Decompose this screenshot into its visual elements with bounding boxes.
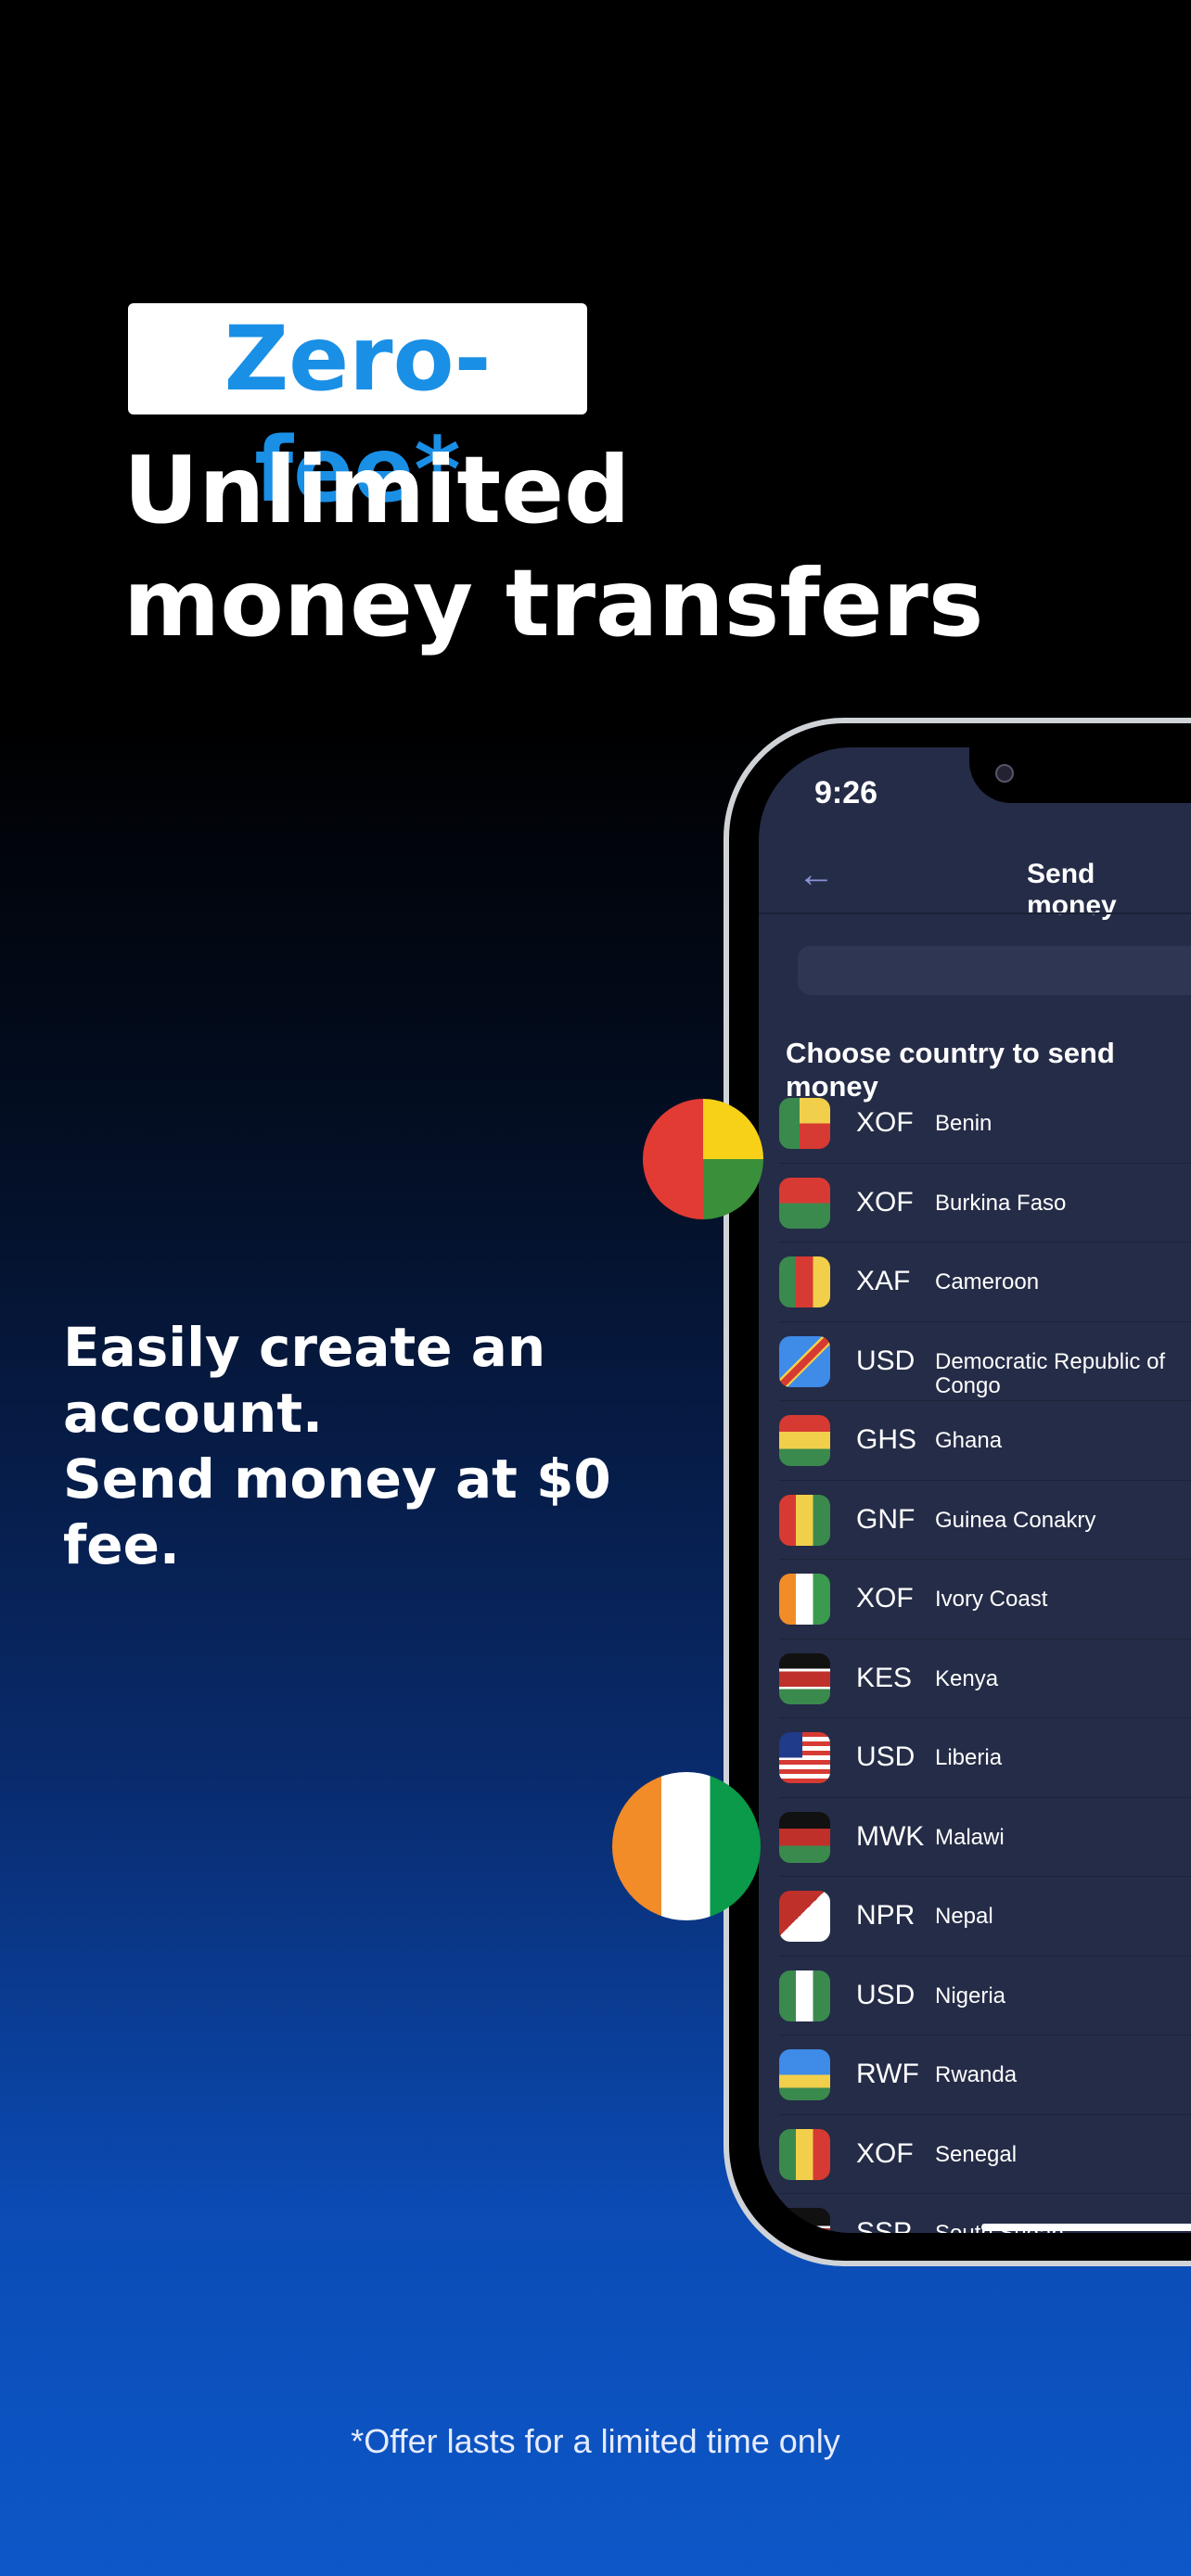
country-name: Ivory Coast [935, 1587, 1048, 1612]
currency-code: MWK [856, 1820, 925, 1852]
country-row[interactable]: USD Nigeria [779, 1957, 1191, 2035]
currency-code: XAF [856, 1266, 911, 1296]
country-row[interactable]: MWK Malawi [779, 1798, 1191, 1877]
country-name: Ghana [935, 1428, 1003, 1453]
currency-code: RWF [856, 2059, 919, 2089]
currency-code: USD [856, 1345, 916, 1376]
country-name: Cameroon [935, 1269, 1040, 1294]
flag-icon [779, 1652, 830, 1704]
offer-footnote: *Offer lasts for a limited time only [351, 2422, 840, 2460]
currency-code: GHS [856, 1424, 917, 1455]
currency-code: KES [856, 1662, 913, 1693]
currency-code: USD [856, 1979, 916, 2010]
subtext: Easily create an account. Send money at … [63, 1315, 675, 1578]
country-name: Nigeria [935, 1983, 1006, 2009]
flag-icon [779, 2049, 830, 2100]
flag-icon [779, 2208, 830, 2233]
flag-icon [779, 1891, 830, 1942]
currency-code: XOF [856, 1186, 914, 1218]
flag-icon [779, 1811, 830, 1863]
currency-code: GNF [856, 1503, 916, 1535]
flag-icon [779, 1256, 830, 1307]
country-row[interactable]: XOF Ivory Coast [779, 1560, 1191, 1639]
headline: Unlimited money transfers [123, 434, 1144, 660]
header-divider [759, 912, 1191, 914]
headline-line-1: Unlimited [123, 436, 631, 544]
notch [969, 747, 1191, 803]
headline-line-2: money transfers [123, 549, 984, 657]
country-row[interactable]: GNF Guinea Conakry [779, 1481, 1191, 1560]
country-name: Senegal [935, 2141, 1018, 2167]
country-name: Kenya [935, 1665, 999, 1691]
arrow-left-icon[interactable]: ← [798, 854, 835, 896]
home-indicator [981, 2224, 1191, 2231]
flag-icon [779, 2128, 830, 2180]
country-name: Democratic Republic of Congo [935, 1348, 1166, 1398]
country-row[interactable]: XAF Cameroon [779, 1243, 1191, 1322]
currency-code: NPR [856, 1900, 916, 1931]
country-row[interactable]: XOF Burkina Faso [779, 1164, 1191, 1243]
country-row[interactable]: NPR Nepal [779, 1877, 1191, 1957]
flag-icon [779, 1970, 830, 2021]
flag-icon [779, 1494, 830, 1546]
flag-icon [779, 1574, 830, 1625]
subtext-line-3: Send money at $0 fee. [63, 1447, 611, 1576]
currency-code: USD [856, 1741, 916, 1772]
flag-icon [779, 1335, 830, 1387]
country-row[interactable]: GHS Ghana [779, 1401, 1191, 1481]
camera-icon [995, 764, 1014, 783]
currency-code: XOF [856, 1583, 914, 1613]
currency-code: SSP [856, 2217, 913, 2233]
country-name: Nepal [935, 1904, 993, 1929]
country-name: Rwanda [935, 2062, 1018, 2087]
phone-screen: 9:26 ← Send money Choose country to send… [759, 747, 1191, 2233]
subtext-line-2: account. [63, 1382, 324, 1445]
country-row[interactable]: USD Democratic Republic of Congo [779, 1322, 1191, 1401]
flag-icon [779, 1177, 830, 1229]
country-row[interactable]: XOF Senegal [779, 2115, 1191, 2194]
guinea-bissau-flag-icon [643, 1099, 763, 1219]
currency-code: XOF [856, 2137, 914, 2169]
subtext-line-1: Easily create an [63, 1316, 546, 1379]
country-row[interactable]: XOF Benin [779, 1084, 1191, 1164]
country-name: Benin [935, 1111, 992, 1136]
country-row[interactable]: RWF Rwanda [779, 2035, 1191, 2115]
search-input[interactable] [798, 946, 1191, 995]
flag-icon [779, 1415, 830, 1466]
zero-fee-badge: Zero-fee* [128, 303, 587, 522]
currency-code: XOF [856, 1107, 914, 1138]
country-row[interactable]: KES Kenya [779, 1639, 1191, 1718]
country-row[interactable]: USD Liberia [779, 1718, 1191, 1798]
flag-icon [779, 1732, 830, 1783]
country-name: Liberia [935, 1745, 1003, 1770]
country-list: XOF Benin XOF Burkina Faso XAF Cameroon … [759, 1084, 1191, 2233]
ivory-coast-flag-icon [612, 1772, 761, 1920]
country-name: Burkina Faso [935, 1190, 1067, 1216]
status-time: 9:26 [814, 775, 878, 810]
country-name: Guinea Conakry [935, 1507, 1096, 1533]
flag-icon [779, 1098, 830, 1149]
country-name: Malawi [935, 1824, 1005, 1850]
